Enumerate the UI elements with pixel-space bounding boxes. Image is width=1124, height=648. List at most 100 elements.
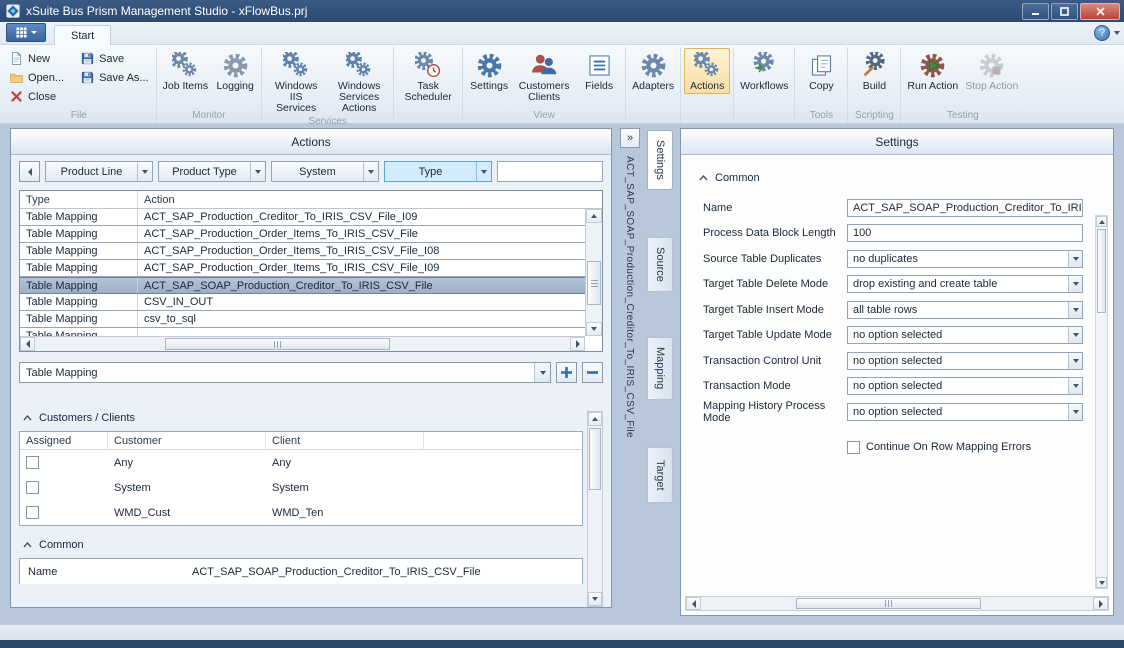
table-row[interactable]: Table Mapping ACT_SAP_Production_Order_I… [20,226,585,243]
build-button[interactable]: Build [851,48,897,94]
tab-mapping[interactable]: Mapping [647,337,673,400]
workflows-button[interactable]: Workflows [737,48,791,94]
table-row[interactable]: Table Mapping ACT_SAP_Production_Order_I… [20,260,585,277]
filter-product-line-button[interactable]: Product Line [45,161,153,182]
filter-product-type-button[interactable]: Product Type [158,161,266,182]
table-row[interactable]: Table Mapping csv_to_sql [20,311,585,328]
close-button[interactable] [1080,3,1120,20]
save-button[interactable]: Save [76,50,153,67]
settings-button[interactable]: Settings [466,48,512,94]
run-action-button[interactable]: Run Action [904,48,961,94]
assigned-checkbox[interactable] [26,506,39,519]
scroll-down-icon[interactable] [586,322,602,336]
settings-common-section-header[interactable]: Common [695,169,1113,187]
maximize-button[interactable] [1051,3,1078,20]
filter-system-button[interactable]: System [271,161,379,182]
assigned-checkbox[interactable] [26,481,39,494]
mapping-history-process-mode-select[interactable]: no option selected [847,403,1083,421]
logging-button[interactable]: Logging [212,48,258,94]
scrollbar-thumb[interactable] [796,598,981,609]
remove-action-button[interactable] [582,362,603,383]
customers-clients-button[interactable]: Customers Clients [513,48,575,105]
actions-table-horizontal-scrollbar[interactable] [20,336,585,351]
chevron-down-icon[interactable] [1114,31,1120,35]
save-as-button[interactable]: Save As... [76,69,153,86]
table-row[interactable]: Table Mapping CSV_IN_OUT [20,294,585,311]
chevron-down-icon[interactable] [1068,353,1082,369]
chevron-down-icon[interactable] [534,363,550,382]
scroll-right-icon[interactable] [570,337,585,351]
name-input[interactable]: ACT_SAP_SOAP_Production_Creditor_To_IRIS… [847,199,1083,217]
continue-on-row-mapping-errors-checkbox[interactable] [847,441,860,454]
task-scheduler-button[interactable]: Task Scheduler [397,48,459,105]
chevron-down-icon[interactable] [1068,327,1082,343]
chevron-down-icon[interactable] [1068,276,1082,292]
transaction-control-unit-select[interactable]: no option selected [847,352,1083,370]
chevron-down-icon[interactable] [1068,251,1082,267]
column-header-action[interactable]: Action [138,194,602,206]
scroll-up-icon[interactable] [586,209,602,223]
copy-button[interactable]: Copy [798,48,844,94]
actions-button[interactable]: Actions [684,48,730,94]
back-button[interactable] [19,161,40,182]
chevron-down-icon[interactable] [137,162,152,181]
tab-settings[interactable]: Settings [647,130,673,190]
transaction-mode-select[interactable]: no option selected [847,377,1083,395]
target-table-update-mode-select[interactable]: no option selected [847,326,1083,344]
scroll-down-icon[interactable] [1096,577,1107,588]
close-project-button[interactable]: Close [5,88,68,105]
tab-source[interactable]: Source [647,237,673,292]
table-row-selected[interactable]: Table Mapping ACT_SAP_SOAP_Production_Cr… [20,277,585,294]
column-header-type[interactable]: Type [20,191,138,208]
scrollbar-thumb[interactable] [589,428,601,490]
filter-type-button[interactable]: Type [384,161,492,182]
process-data-block-length-input[interactable]: 100 [847,224,1083,242]
table-row[interactable]: Table Mapping ACT_SAP_Production_Order_I… [20,243,585,260]
customers-clients-section-header[interactable]: Customers / Clients [19,409,583,427]
new-button[interactable]: New [5,50,68,67]
scrollbar-thumb[interactable] [165,338,390,350]
chevron-down-icon[interactable] [476,162,491,181]
target-table-delete-mode-select[interactable]: drop existing and create table [847,275,1083,293]
chevron-down-icon[interactable] [1068,378,1082,394]
chevron-down-icon[interactable] [363,162,378,181]
fields-button[interactable]: Fields [576,48,622,94]
customer-row[interactable]: Any Any [20,450,582,475]
help-icon[interactable]: ? [1094,25,1110,41]
scroll-up-icon[interactable] [588,412,602,426]
scroll-right-icon[interactable] [1093,597,1108,610]
settings-horizontal-scrollbar[interactable] [685,596,1109,611]
target-table-insert-mode-select[interactable]: all table rows [847,301,1083,319]
actions-table-vertical-scrollbar[interactable] [585,209,602,336]
table-row[interactable]: Table Mapping [20,328,585,336]
scrollbar-thumb[interactable] [587,261,601,305]
tab-target[interactable]: Target [647,447,673,503]
name-value[interactable]: ACT_SAP_SOAP_Production_Creditor_To_IRIS… [192,566,481,578]
actions-search-input[interactable] [497,161,603,182]
open-button[interactable]: Open... [5,69,68,86]
chevron-down-icon[interactable] [1068,302,1082,318]
app-menu-button[interactable] [6,23,46,42]
common-section-header[interactable]: Common [19,536,583,554]
scroll-left-icon[interactable] [686,597,701,610]
scroll-left-icon[interactable] [20,337,35,351]
table-row[interactable]: Table Mapping ACT_SAP_Production_Credito… [20,209,585,226]
windows-services-actions-button[interactable]: Windows Services Actions [328,48,390,116]
detail-vertical-scrollbar[interactable] [587,411,603,607]
assigned-checkbox[interactable] [26,456,39,469]
settings-vertical-scrollbar[interactable] [1095,215,1108,589]
scroll-up-icon[interactable] [1096,216,1107,227]
type-combo[interactable]: Table Mapping [19,362,551,383]
scroll-down-icon[interactable] [588,592,602,606]
minimize-button[interactable] [1022,3,1049,20]
add-action-button[interactable] [556,362,577,383]
chevron-down-icon[interactable] [250,162,265,181]
windows-iis-services-button[interactable]: Windows IIS Services [265,48,327,116]
expander-button[interactable]: » [620,128,640,148]
chevron-down-icon[interactable] [1068,404,1082,420]
adapters-button[interactable]: Adapters [629,48,677,94]
tab-start[interactable]: Start [54,25,111,45]
job-items-button[interactable]: Job Items [160,48,212,94]
scrollbar-thumb[interactable] [1097,229,1106,313]
customer-row[interactable]: System System [20,475,582,500]
